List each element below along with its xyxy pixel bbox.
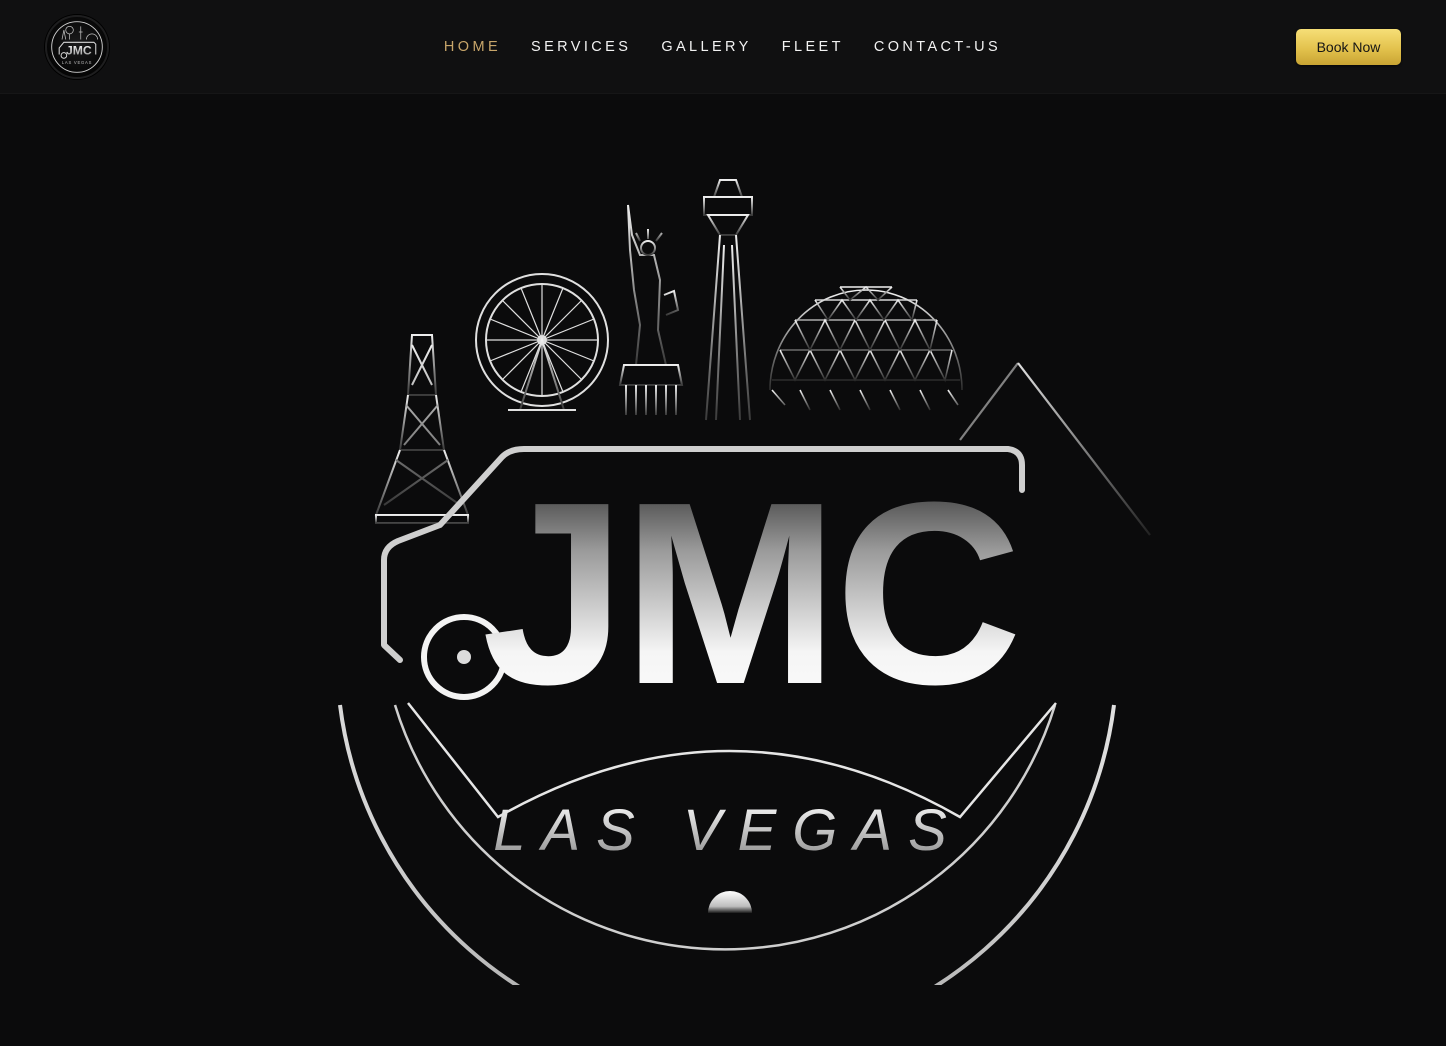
- svg-text:JMC: JMC: [482, 449, 1019, 739]
- nav-link-contact-us[interactable]: CONTACT-US: [874, 39, 1001, 55]
- nav-link-gallery[interactable]: GALLERY: [661, 39, 751, 55]
- svg-text:LAS VEGAS: LAS VEGAS: [493, 798, 963, 863]
- navbar: JMC LAS VEGAS HOME SERVICES GALLERY FLEE…: [0, 0, 1446, 94]
- main-nav: HOME SERVICES GALLERY FLEET CONTACT-US: [0, 0, 1446, 94]
- hero-emblem: JMC LAS VEGAS: [280, 105, 1170, 985]
- hero-section: JMC LAS VEGAS: [0, 95, 1446, 1046]
- jmc-las-vegas-emblem-icon: JMC LAS VEGAS: [288, 120, 1160, 985]
- book-now-button[interactable]: Book Now: [1296, 29, 1401, 65]
- nav-link-services[interactable]: SERVICES: [531, 39, 631, 55]
- nav-link-home[interactable]: HOME: [444, 39, 501, 55]
- nav-link-fleet[interactable]: FLEET: [782, 39, 844, 55]
